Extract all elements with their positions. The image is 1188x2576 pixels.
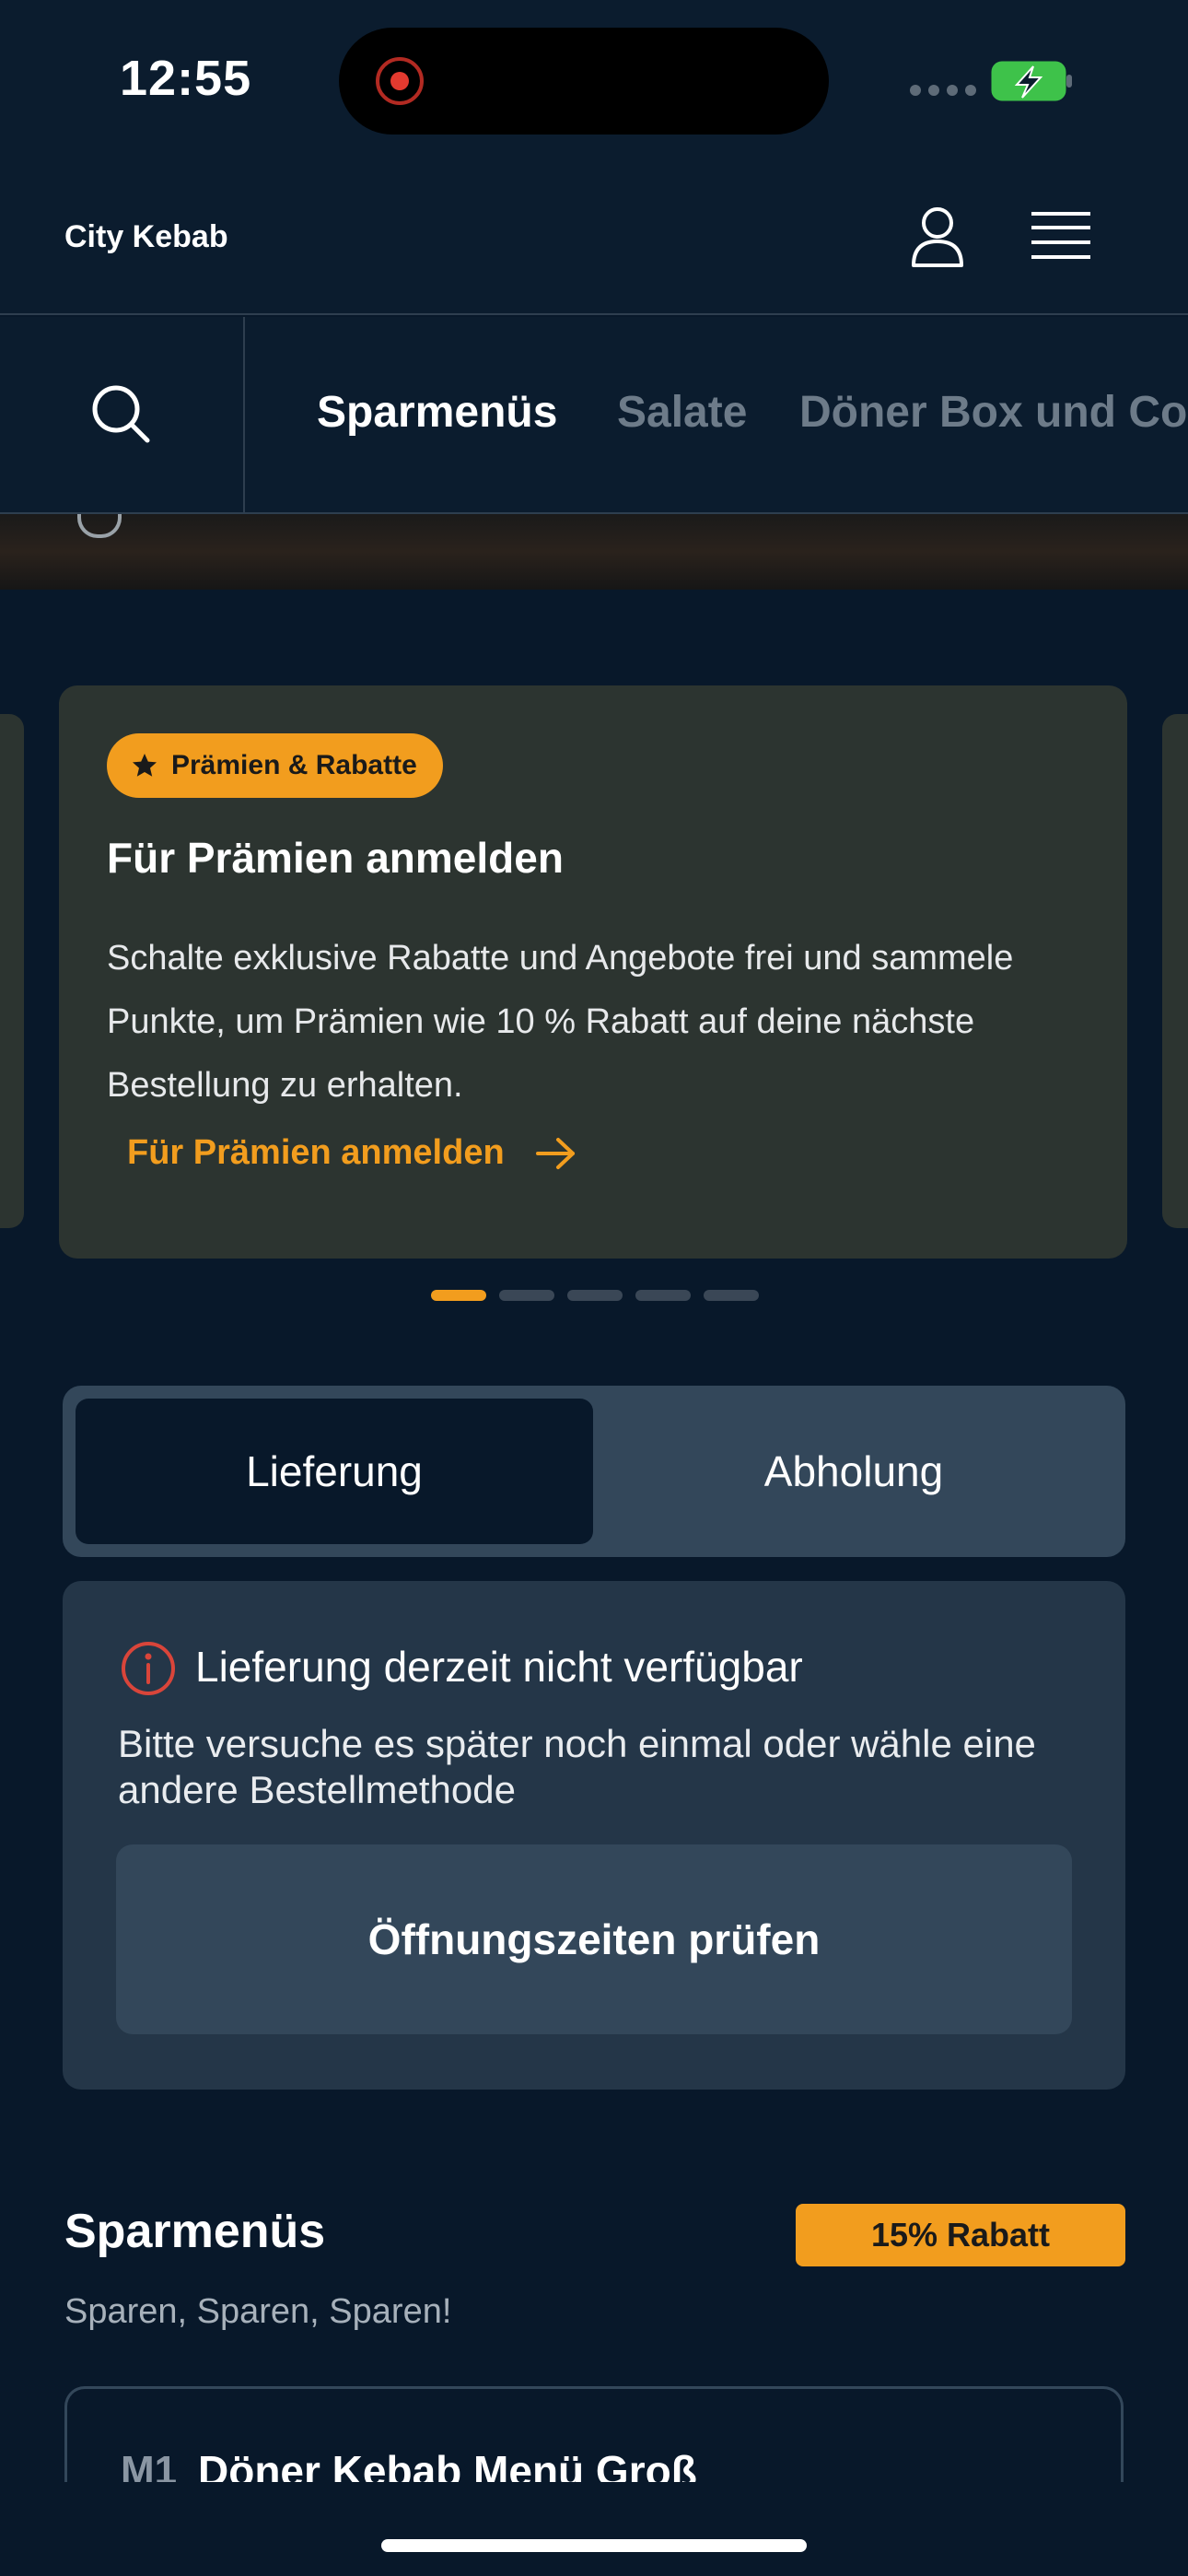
rewards-signup-label: Für Prämien anmelden xyxy=(127,1133,505,1172)
pickup-option[interactable]: Abholung xyxy=(595,1399,1112,1544)
home-indicator[interactable] xyxy=(381,2539,807,2552)
dynamic-island xyxy=(339,28,829,135)
tab-sparmenues[interactable]: Sparmenüs xyxy=(317,387,557,438)
hero-image xyxy=(0,514,1188,590)
star-icon xyxy=(133,754,157,777)
app-header: City Kebab xyxy=(0,162,1188,315)
tab-salate[interactable]: Salate xyxy=(617,387,747,438)
promo-card[interactable]: Prämien & Rabatte Für Prämien anmelden S… xyxy=(59,685,1127,1259)
status-bar: 12:55 xyxy=(0,0,1188,162)
user-account-icon[interactable] xyxy=(910,205,965,269)
carousel-pagination xyxy=(431,1290,759,1301)
delivery-option[interactable]: Lieferung xyxy=(76,1399,593,1544)
delivery-unavailable-notice: Lieferung derzeit nicht verfügbar Bitte … xyxy=(63,1581,1125,2090)
search-icon xyxy=(92,385,150,443)
rewards-badge-label: Prämien & Rabatte xyxy=(171,750,417,780)
carousel-dot-active[interactable] xyxy=(431,1290,486,1301)
carousel-dot[interactable] xyxy=(499,1290,554,1301)
search-button[interactable] xyxy=(0,317,245,512)
rewards-signup-link[interactable]: Für Prämien anmelden xyxy=(127,1133,577,1173)
carousel-dot[interactable] xyxy=(635,1290,691,1301)
signal-icon xyxy=(910,85,976,96)
brand-name[interactable]: City Kebab xyxy=(64,219,228,255)
battery-charging-icon xyxy=(991,61,1072,101)
recording-icon xyxy=(376,57,424,105)
carousel-dot[interactable] xyxy=(704,1290,759,1301)
category-bar: Sparmenüs Salate Döner Box und Co xyxy=(0,317,1188,514)
hamburger-menu-icon[interactable] xyxy=(1031,210,1090,262)
section-title: Sparmenüs xyxy=(64,2205,326,2258)
carousel-dot[interactable] xyxy=(567,1290,623,1301)
section-subtitle: Sparen, Sparen, Sparen! xyxy=(64,2292,452,2331)
promo-title: Für Prämien anmelden xyxy=(107,834,564,882)
notice-title: Lieferung derzeit nicht verfügbar xyxy=(195,1643,803,1691)
status-time: 12:55 xyxy=(120,51,252,106)
tab-doener-box[interactable]: Döner Box und Co xyxy=(799,387,1187,438)
order-mode-toggle: Lieferung Abholung xyxy=(63,1386,1125,1557)
bottom-safe-area xyxy=(0,2482,1188,2576)
discount-badge: 15% Rabatt xyxy=(796,2204,1125,2266)
check-opening-hours-button[interactable]: Öffnungszeiten prüfen xyxy=(116,1844,1072,2034)
info-alert-icon xyxy=(122,1642,175,1695)
rewards-badge: Prämien & Rabatte xyxy=(107,733,443,798)
promo-card-previous[interactable] xyxy=(0,714,24,1228)
arrow-right-icon xyxy=(535,1137,575,1169)
promo-card-next[interactable] xyxy=(1162,714,1188,1228)
promo-description: Schalte exklusive Rabatte und Angebote f… xyxy=(107,939,1014,1105)
notice-text: Bitte versuche es später noch einmal ode… xyxy=(118,1722,1036,1811)
